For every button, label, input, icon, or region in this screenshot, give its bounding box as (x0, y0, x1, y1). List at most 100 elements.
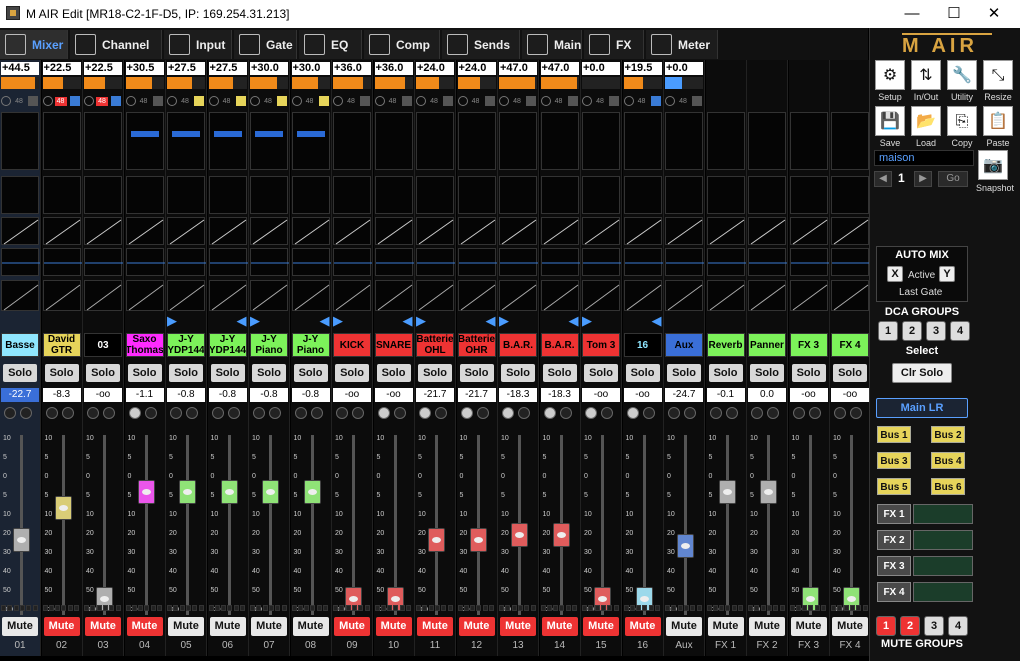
link-icon[interactable] (567, 96, 578, 106)
gain-value[interactable]: +47.0 (499, 62, 537, 75)
phase-icon[interactable] (84, 96, 94, 106)
gain-value[interactable]: +22.5 (42, 62, 81, 75)
gate-panel[interactable] (291, 176, 330, 214)
dynamics-panel[interactable] (623, 217, 662, 245)
gain-value[interactable]: +30.0 (250, 62, 288, 75)
eq-panel[interactable] (84, 248, 123, 276)
meter-panel[interactable] (416, 112, 454, 170)
phase-icon[interactable] (333, 96, 343, 106)
fader-level[interactable]: -0.8 (250, 388, 288, 402)
bus-1-button[interactable]: Bus 1 (877, 426, 911, 443)
fx-2-button[interactable]: FX 2 (877, 530, 911, 550)
fx-3-button[interactable]: FX 3 (877, 556, 911, 576)
dynamics-panel[interactable] (208, 217, 247, 245)
fader-knob[interactable] (54, 495, 72, 520)
fader-level[interactable]: -22.7 (1, 388, 39, 402)
fader-level[interactable]: -oo (623, 388, 662, 402)
eq-panel[interactable] (167, 248, 206, 276)
tab-input[interactable]: Input (164, 30, 232, 59)
phantom-48v-button[interactable]: 48 (553, 97, 565, 106)
solo-button[interactable]: Solo (169, 364, 203, 382)
channel-name[interactable]: B.A.R. (499, 333, 537, 357)
mute-button[interactable]: Mute (43, 617, 80, 636)
dynamics-panel[interactable] (499, 217, 537, 245)
dynamics-panel[interactable] (416, 217, 454, 245)
gate-panel[interactable] (42, 176, 81, 214)
comp-panel[interactable] (333, 280, 371, 311)
channel-name[interactable]: J-Y YDP144 (167, 333, 205, 357)
gain-value[interactable]: +30.5 (125, 62, 164, 75)
gate-panel[interactable] (582, 176, 620, 214)
tab-sends[interactable]: Sends (442, 30, 520, 59)
bus-5-button[interactable]: Bus 5 (877, 478, 911, 495)
mute-group-button-3[interactable]: 3 (924, 616, 944, 636)
dynamics-panel[interactable] (167, 217, 205, 245)
dynamics-panel[interactable] (333, 217, 371, 245)
mute-button[interactable]: Mute (541, 617, 578, 636)
channel-name[interactable]: Reverb (706, 333, 745, 357)
comp-panel[interactable] (125, 280, 164, 311)
phantom-48v-button[interactable]: 48 (345, 97, 357, 106)
phantom-48v-button[interactable]: 48 (262, 97, 274, 106)
save-icon[interactable]: 💾 (875, 106, 905, 136)
pan-indicator[interactable]: ◀ (458, 312, 496, 328)
gain-value[interactable]: +27.5 (167, 62, 205, 75)
phase-icon[interactable] (540, 96, 551, 106)
tab-meter[interactable]: Meter (646, 30, 718, 59)
meter-panel[interactable] (540, 112, 579, 170)
channel-name[interactable]: B.A.R. (540, 333, 579, 357)
fader-knob[interactable] (511, 523, 528, 547)
fader-knob[interactable] (718, 479, 736, 504)
meter-panel[interactable] (250, 112, 288, 170)
comp-panel[interactable] (457, 280, 496, 311)
pan-indicator[interactable] (126, 312, 164, 328)
dca-button-3[interactable]: 3 (926, 321, 946, 341)
setup-icon[interactable]: ⚙ (875, 60, 905, 90)
comp-panel[interactable] (582, 280, 620, 311)
channel-name[interactable]: 03 (84, 333, 122, 357)
pan-indicator[interactable]: ▶ (167, 312, 205, 328)
meter-panel[interactable] (457, 112, 496, 170)
comp-panel[interactable] (831, 280, 869, 311)
paste-icon[interactable]: 📋 (983, 106, 1013, 136)
solo-button[interactable]: Solo (625, 364, 660, 382)
channel-name[interactable]: Batterie OHL (416, 333, 454, 357)
gate-panel[interactable] (499, 176, 537, 214)
channel-name[interactable]: Panner (748, 333, 786, 357)
mute-button[interactable]: Mute (749, 617, 785, 636)
eq-panel[interactable] (250, 248, 289, 276)
phase-icon[interactable] (250, 96, 260, 106)
solo-button[interactable]: Solo (86, 364, 120, 382)
tab-gate[interactable]: Gate (234, 30, 297, 59)
dynamics-panel[interactable] (789, 217, 828, 245)
eq-panel[interactable] (665, 248, 704, 276)
channel-name[interactable]: SNARE (374, 333, 413, 357)
channel-name[interactable]: FX 4 (831, 333, 869, 357)
fader-level[interactable]: -18.3 (499, 388, 537, 402)
comp-panel[interactable] (42, 280, 81, 311)
pan-indicator[interactable]: ◀ (624, 312, 662, 328)
solo-button[interactable]: Solo (708, 364, 743, 382)
meter-panel[interactable] (42, 112, 81, 170)
meter-panel[interactable] (499, 112, 537, 170)
fx-3-thumbnail[interactable] (913, 556, 973, 576)
main-lr-button[interactable]: Main LR (876, 398, 968, 418)
link-icon[interactable] (69, 96, 80, 106)
fader-knob[interactable] (677, 534, 694, 559)
meter-panel[interactable] (582, 112, 620, 170)
close-button[interactable]: ✕ (980, 4, 1008, 24)
mute-button[interactable]: Mute (292, 617, 329, 636)
phase-icon[interactable] (291, 96, 302, 106)
mute-button[interactable]: Mute (832, 617, 868, 636)
eq-panel[interactable] (291, 248, 331, 276)
phase-icon[interactable] (208, 96, 219, 106)
meter-panel[interactable] (789, 112, 828, 170)
fader-level[interactable]: -oo (84, 388, 122, 402)
phase-icon[interactable] (167, 96, 177, 106)
inout-icon[interactable]: ⇅ (911, 60, 941, 90)
minimize-button[interactable]: — (898, 4, 926, 24)
fader-knob[interactable] (179, 479, 196, 504)
gate-panel[interactable] (748, 176, 786, 214)
clear-solo-button[interactable]: Clr Solo (892, 363, 952, 383)
tab-channel[interactable]: Channel (70, 30, 162, 59)
